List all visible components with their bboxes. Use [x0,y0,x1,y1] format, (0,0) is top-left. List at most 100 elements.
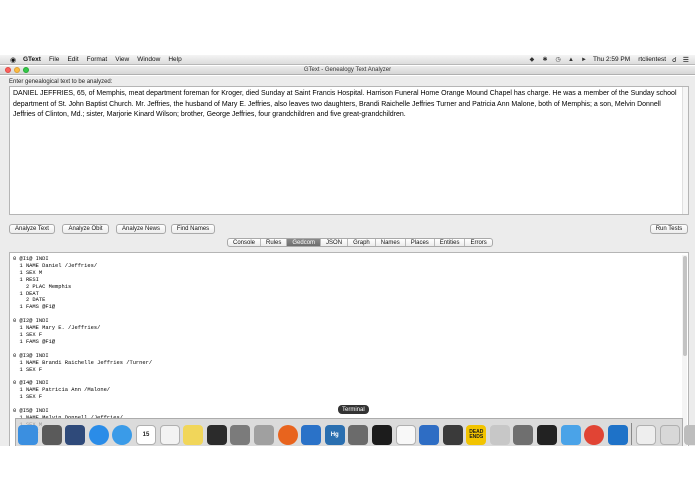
xcode-icon[interactable] [301,425,322,445]
wifi-icon[interactable]: ▲ [567,56,575,63]
dock-separator [631,423,633,445]
quicktime-icon[interactable] [419,425,440,445]
gedcom-line [13,311,152,318]
menu-edit[interactable]: Edit [67,56,78,63]
launchpad-icon[interactable] [41,425,62,445]
menu-format[interactable]: Format [87,56,108,63]
activity-monitor-icon[interactable] [537,425,558,445]
downloads-stack-icon[interactable] [660,425,681,445]
script-editor-icon[interactable] [513,425,534,445]
menu-window[interactable]: Window [137,56,160,63]
menubar-clock[interactable]: Thu 2:59 PM [593,56,630,63]
calendar-icon[interactable]: 15 [135,425,156,445]
gedcom-line: 1 NAME Brandi Raichelle Jeffries /Turner… [13,359,153,366]
tab-json[interactable]: JSON [321,239,349,246]
tab-console[interactable]: Console [228,239,262,246]
mail-icon[interactable] [560,425,581,445]
dropbox-icon[interactable]: ◆ [528,56,536,63]
gedcom-line: 0 @I4@ INDI [13,380,49,387]
gedcom-line: 1 SEX M [13,269,43,276]
find-names-button[interactable]: Find Names [171,224,215,234]
gedcom-line: 1 FAMS @F1@ [13,338,56,345]
screen-bottom-margin [0,446,695,494]
trash-icon[interactable] [683,425,695,445]
terminal-icon[interactable] [371,425,392,445]
dock-icon-row: 15 Hg DEAD ENDS [18,419,695,445]
input-scrollbar[interactable] [682,87,688,214]
stickies-icon[interactable] [183,425,204,445]
gedcom-line: 0 @I2@ INDI [13,318,49,325]
tab-places[interactable]: Places [406,239,435,246]
apple-menu-icon[interactable]: ◉ [9,56,17,64]
gedcom-line [13,401,152,408]
run-tests-button[interactable]: Run Tests [650,224,688,234]
gedcom-line: 1 DEAT [13,290,39,297]
dead-ends-icon[interactable]: DEAD ENDS [466,425,487,445]
gedcom-line: 1 NAME Mary E. /Jeffries/ [13,325,101,332]
gedcom-output-text: 0 @I1@ INDI 1 NAME Daniel /Jeffries/ 1 S… [13,256,152,436]
window-title: GText - Genealogy Text Analyzer [303,67,392,73]
analyze-obit-button[interactable]: Analyze Obit [62,224,109,234]
gedcom-line: 0 @I1@ INDI [13,256,49,262]
input-text-content: DANIEL JEFFRIES, 65, of Memphis, meat de… [13,90,677,118]
analyze-text-button[interactable]: Analyze Text [9,224,55,234]
gedcom-line: 1 NAME Daniel /Jeffries/ [13,262,98,269]
teamviewer-icon[interactable] [607,425,628,445]
tab-graph[interactable]: Graph [348,239,376,246]
menu-help[interactable]: Help [168,56,181,63]
tab-names[interactable]: Names [376,239,406,246]
time-machine-icon[interactable]: ◷ [554,56,562,63]
app-store-icon[interactable] [88,425,109,445]
tab-errors[interactable]: Errors [465,239,491,246]
menu-bar: ◉ GText File Edit Format View Window Hel… [0,55,695,65]
gedcom-line: 0 @I3@ INDI [13,352,49,359]
volume-icon[interactable]: ► [580,56,588,63]
gedcom-line: 1 FAMS @F1@ [13,304,56,311]
gedcom-line: 1 SEX F [13,394,43,401]
menu-file[interactable]: File [49,56,59,63]
gedcom-line [13,373,152,380]
screen-top-margin [0,0,695,55]
tab-gedcom[interactable]: Gedcom [287,239,322,246]
gedcom-line: 1 RESI [13,276,39,283]
genealogy-text-input[interactable]: DANIEL JEFFRIES, 65, of Memphis, meat de… [9,86,689,215]
tab-rules[interactable]: Rules [261,239,288,246]
tab-entities[interactable]: Entities [435,239,466,246]
document-icon[interactable] [395,425,416,445]
output-tab-bar: Console Rules Gedcom JSON Graph Names Pl… [227,238,493,247]
app-menu-gtext[interactable]: GText [23,56,41,63]
gedcom-line [13,346,152,353]
chrome-icon[interactable] [584,425,605,445]
menu-extras: ◆ ✱ ◷ ▲ ► Thu 2:59 PM rtclientest ☌ ☰ [528,56,689,64]
system-preferences-icon[interactable] [230,425,251,445]
gedcom-line: 1 NAME Patricia Ann /Malone/ [13,387,111,394]
menu-view[interactable]: View [115,56,129,63]
output-scrollbar-thumb[interactable] [682,256,687,356]
gedcom-line: 0 @I5@ INDI [13,407,49,414]
analyze-news-button[interactable]: Analyze News [116,224,166,234]
photo-booth-icon[interactable] [206,425,227,445]
action-button-row: Analyze Text Analyze Obit Analyze News F… [9,224,689,234]
textedit-icon[interactable] [159,425,180,445]
notification-center-icon[interactable]: ☰ [683,56,689,64]
utilities-icon[interactable] [253,425,274,445]
preview-icon[interactable] [489,425,510,445]
automator-icon[interactable] [348,425,369,445]
finder-icon[interactable] [18,425,38,445]
mission-control-icon[interactable] [65,425,86,445]
spotlight-icon[interactable]: ☌ [672,56,677,64]
gedcom-line: 1 SEX F [13,366,43,373]
safari-icon[interactable] [112,425,133,445]
hg-icon[interactable]: Hg [324,425,345,445]
gedcom-line: 2 PLAC Memphis [13,283,72,290]
dock-tooltip: Terminal [338,405,369,414]
film-icon[interactable] [442,425,463,445]
file-icon[interactable] [636,425,657,445]
window-title-bar: GText - Genealogy Text Analyzer [0,66,695,75]
firefox-icon[interactable] [277,425,298,445]
gedcom-line: 2 DATE [13,297,46,304]
bluetooth-icon[interactable]: ✱ [541,56,549,63]
gedcom-line: 1 SEX F [13,331,43,338]
input-prompt-label: Enter genealogical text to be analyzed: [9,79,113,85]
menubar-user[interactable]: rtclientest [638,56,666,63]
